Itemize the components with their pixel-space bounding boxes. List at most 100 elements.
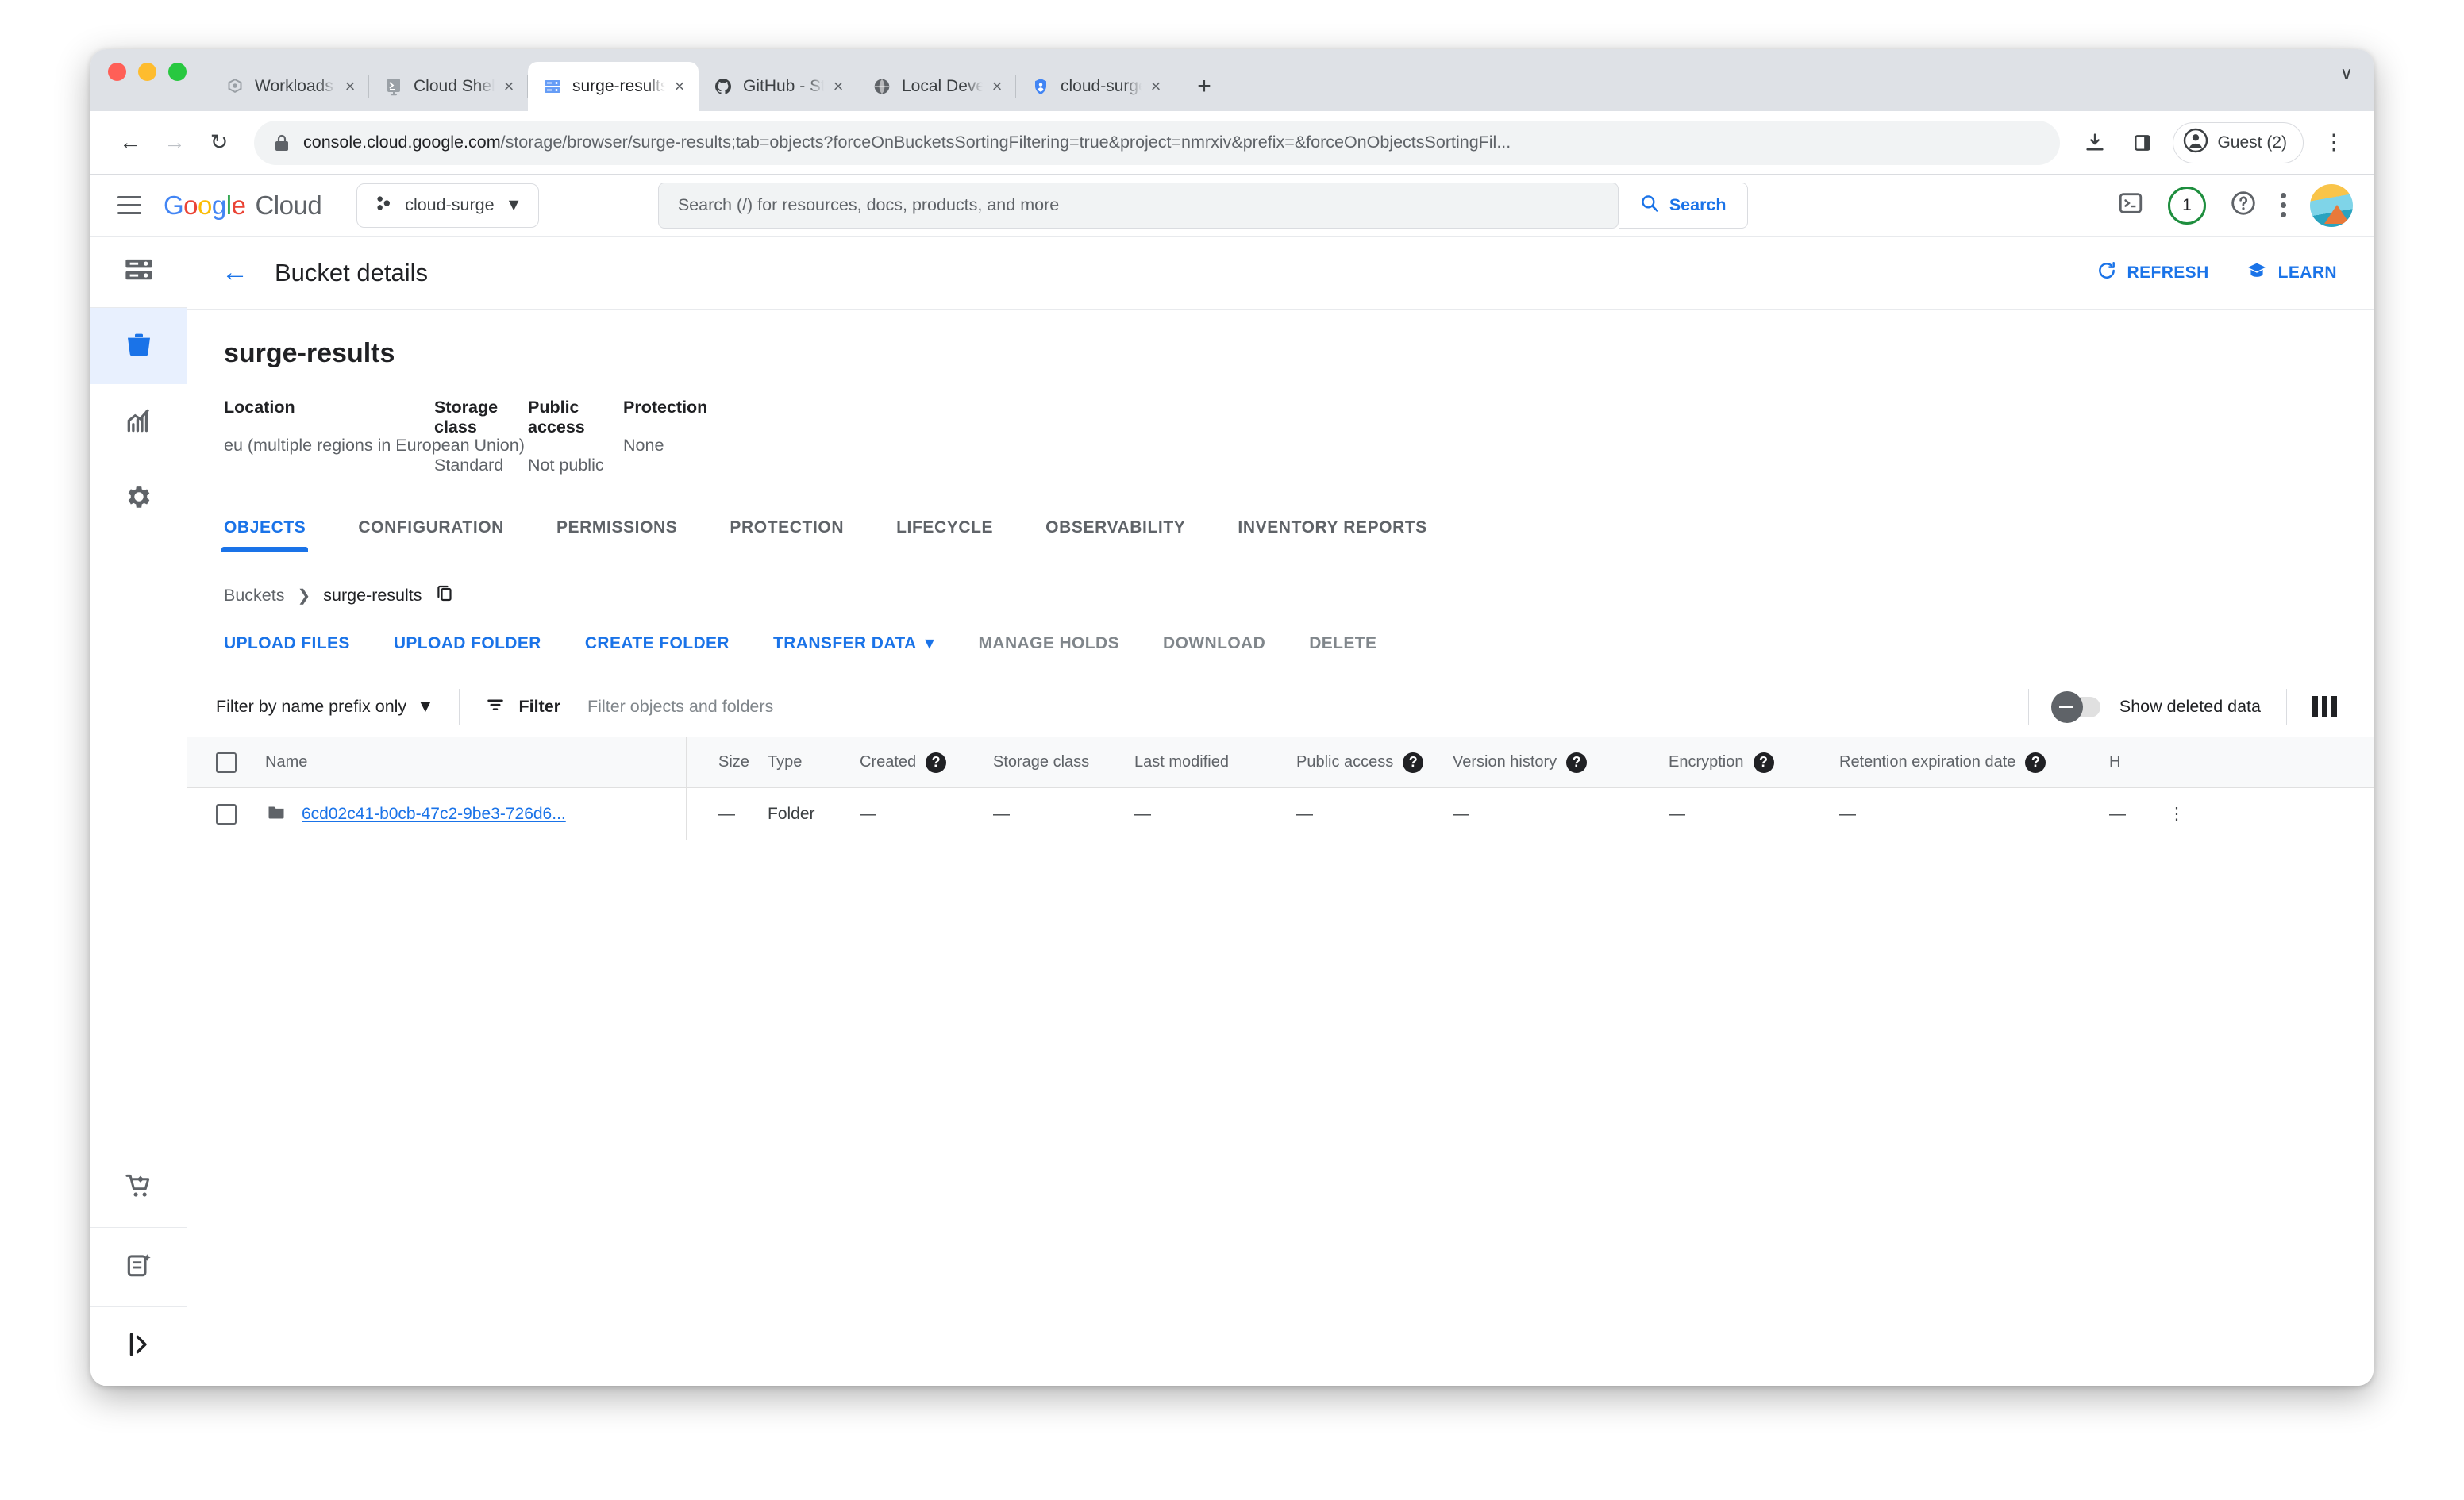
rail-item-marketplace[interactable] [90,1148,187,1227]
filter-prefix-dropdown[interactable]: Filter by name prefix only ▼ [216,697,433,717]
refresh-button[interactable]: REFRESH [2096,260,2209,286]
logo-letter: l [225,190,232,220]
browser-tab-workloads[interactable]: Workloads – Kubernetes × [210,62,369,111]
rail-item-monitoring[interactable] [90,384,187,460]
learn-button[interactable]: LEARN [2246,260,2337,287]
browser-tab-cloud-shell[interactable]: Cloud Shell × [369,62,528,111]
help-icon[interactable] [2230,190,2257,221]
show-deleted-data-toggle[interactable] [2050,690,2100,723]
forward-button[interactable]: → [152,121,197,165]
browser-tab-local-development[interactable]: Local Development (mini × [857,62,1016,111]
tab-configuration[interactable]: CONFIGURATION [358,518,504,552]
row-checkbox[interactable] [216,803,237,825]
browser-toolbar-actions: Guest (2) ⋮ [2073,121,2356,165]
address-bar[interactable]: console.cloud.google.com/storage/browser… [254,120,2061,165]
close-tab-button[interactable]: × [986,75,1008,98]
browser-menu-button[interactable]: ⋮ [2312,121,2356,165]
help-icon[interactable]: ? [1403,752,1424,773]
tab-permissions[interactable]: PERMISSIONS [556,518,677,552]
column-header-hold[interactable]: H [2109,753,2157,771]
column-header-encryption-label: Encryption [1669,753,1744,771]
transfer-data-button[interactable]: TRANSFER DATA ▾ [773,633,934,653]
download-button[interactable]: DOWNLOAD [1163,634,1265,653]
close-tab-button[interactable]: × [498,75,520,98]
row-menu-button[interactable]: ⋮ [2157,804,2196,824]
rail-item-collapse-panel[interactable] [90,1306,187,1386]
column-header-version-history[interactable]: Version history ? [1453,752,1669,773]
tab-protection[interactable]: PROTECTION [730,518,844,552]
column-header-encryption[interactable]: Encryption ? [1669,752,1839,773]
account-icon [2183,128,2208,158]
upload-files-button[interactable]: UPLOAD FILES [224,634,350,653]
back-button[interactable]: ← [108,121,152,165]
metadata-value: Standard [434,456,504,475]
close-tab-button[interactable]: × [668,75,691,98]
close-window-button[interactable] [108,62,126,81]
folder-link[interactable]: 6cd02c41-b0cb-47c2-9be3-726d6... [302,805,566,824]
search-button-label: Search [1669,195,1727,214]
more-options-icon[interactable] [2281,193,2286,217]
notifications-badge[interactable]: 1 [2168,186,2206,225]
column-header-name[interactable]: Name [237,753,686,771]
project-name: cloud-surge [405,195,495,214]
upload-folder-button[interactable]: UPLOAD FOLDER [394,634,541,653]
column-header-storage-class[interactable]: Storage class [968,753,1123,771]
browser-tab-cloud-surge-sa[interactable]: cloud-surge-sa – IAM & × [1016,62,1175,111]
column-header-public-access[interactable]: Public access ? [1282,752,1453,773]
rail-item-settings[interactable] [90,460,187,537]
settings-gear-icon [124,482,154,516]
breadcrumb-buckets-link[interactable]: Buckets [224,586,284,606]
browser-tab-surge-results[interactable]: surge-results – Bucket details × [528,62,699,111]
tab-inventory-reports[interactable]: INVENTORY REPORTS [1238,518,1427,552]
tab-search-chevron-down-icon[interactable]: ∨ [2340,63,2353,84]
maximize-window-button[interactable] [168,62,187,81]
logo-cloud-text: Cloud [255,190,322,220]
create-folder-button[interactable]: CREATE FOLDER [585,634,730,653]
help-icon[interactable]: ? [1753,752,1774,773]
profile-button[interactable]: Guest (2) [2173,121,2304,163]
column-display-options-icon[interactable] [2312,696,2337,717]
metadata-protection: Protection None [623,398,707,475]
rail-item-buckets[interactable] [90,308,187,384]
project-selector[interactable]: cloud-surge ▼ [356,183,539,228]
delete-button[interactable]: DELETE [1309,634,1376,653]
row-size-cell: — [718,804,735,823]
cloud-shell-icon[interactable] [2117,190,2144,221]
navigation-menu-button[interactable] [108,184,151,227]
rail-item-storage[interactable] [90,237,187,308]
search-button[interactable]: Search [1618,182,1748,229]
new-tab-button[interactable]: + [1186,68,1222,105]
row-last-modified-cell: — [1134,804,1151,823]
select-all-checkbox[interactable] [216,752,237,773]
side-panel-icon[interactable] [2120,121,2165,165]
help-icon[interactable]: ? [926,752,947,773]
search-input[interactable]: Search (/) for resources, docs, products… [657,182,1619,229]
tab-objects[interactable]: OBJECTS [221,518,309,552]
minimize-window-button[interactable] [138,62,156,81]
help-icon[interactable]: ? [2025,752,2046,773]
tab-observability[interactable]: OBSERVABILITY [1045,518,1185,552]
account-avatar[interactable] [2310,183,2353,227]
column-header-last-modified[interactable]: Last modified [1123,753,1282,771]
filter-input[interactable]: Filter objects and folders [587,697,773,717]
rail-item-release-notes[interactable] [90,1227,187,1306]
close-tab-button[interactable]: × [1145,75,1167,98]
address-bar-text: console.cloud.google.com/storage/browser… [303,133,1511,152]
filter-icon [485,694,506,720]
help-icon[interactable]: ? [1566,752,1588,773]
reload-button[interactable]: ↻ [197,121,241,165]
copy-icon[interactable] [435,583,454,608]
close-tab-button[interactable]: × [339,75,361,98]
column-header-created[interactable]: Created ? [825,752,968,773]
column-header-size[interactable]: Size [687,753,749,771]
column-header-type[interactable]: Type [733,753,825,771]
tab-lifecycle[interactable]: LIFECYCLE [896,518,993,552]
manage-holds-button[interactable]: MANAGE HOLDS [979,634,1119,653]
close-tab-button[interactable]: × [827,75,849,98]
table-row[interactable]: 6cd02c41-b0cb-47c2-9be3-726d6... — Folde… [187,788,2374,840]
google-cloud-logo[interactable]: Google Cloud [164,190,322,221]
browser-tab-github[interactable]: GitHub - Steinbeck-Lab/ × [699,62,857,111]
column-header-retention-expiration[interactable]: Retention expiration date ? [1839,752,2109,773]
back-arrow-icon[interactable]: ← [213,251,257,295]
downloads-icon[interactable] [2073,121,2117,165]
